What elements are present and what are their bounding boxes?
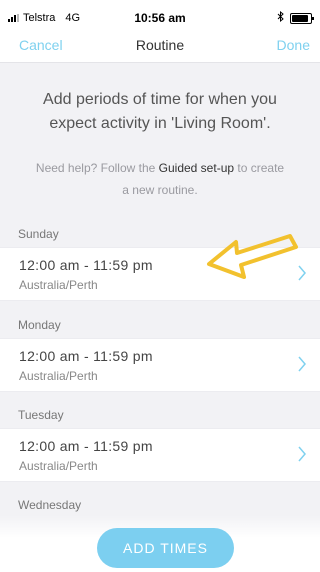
- status-bar: Telstra 4G 10:56 am: [0, 0, 320, 32]
- done-button[interactable]: Done: [277, 37, 310, 53]
- help-prefix: Need help? Follow the: [35, 161, 159, 175]
- timezone-label: Australia/Perth: [19, 459, 98, 473]
- day-header-sunday: Sunday: [18, 227, 59, 241]
- chevron-right-icon: [298, 356, 306, 377]
- help-line-2: a new routine.: [122, 183, 198, 197]
- routine-row-tuesday[interactable]: 12:00 am - 11:59 pm Australia/Perth: [0, 428, 320, 482]
- page-title: Routine: [135, 37, 185, 53]
- timezone-label: Australia/Perth: [19, 278, 98, 292]
- time-range: 12:00 am - 11:59 pm: [19, 348, 153, 364]
- annotation-arrow-icon: [206, 228, 302, 293]
- routine-row-monday[interactable]: 12:00 am - 11:59 pm Australia/Perth: [0, 338, 320, 392]
- guided-setup-link[interactable]: Guided set-up: [159, 161, 234, 175]
- day-header-wednesday: Wednesday: [18, 498, 82, 512]
- intro-text: Add periods of time for when you expect …: [0, 88, 320, 136]
- battery-icon: [290, 12, 314, 24]
- intro-line-2: expect activity in 'Living Room'.: [49, 115, 271, 132]
- bluetooth-icon: [277, 10, 284, 25]
- clock: 10:56 am: [134, 11, 186, 25]
- timezone-label: Australia/Perth: [19, 369, 98, 383]
- chevron-right-icon: [298, 446, 306, 467]
- day-header-monday: Monday: [18, 318, 61, 332]
- add-times-button[interactable]: ADD TIMES: [97, 528, 234, 568]
- intro-line-1: Add periods of time for when you: [43, 91, 277, 108]
- help-text: Need help? Follow the Guided set-up to c…: [0, 157, 320, 201]
- day-header-tuesday: Tuesday: [18, 408, 64, 422]
- help-suffix: to create: [234, 161, 285, 175]
- time-range: 12:00 am - 11:59 pm: [19, 257, 153, 273]
- navigation-bar: Cancel Routine Done: [0, 32, 320, 63]
- time-range: 12:00 am - 11:59 pm: [19, 438, 153, 454]
